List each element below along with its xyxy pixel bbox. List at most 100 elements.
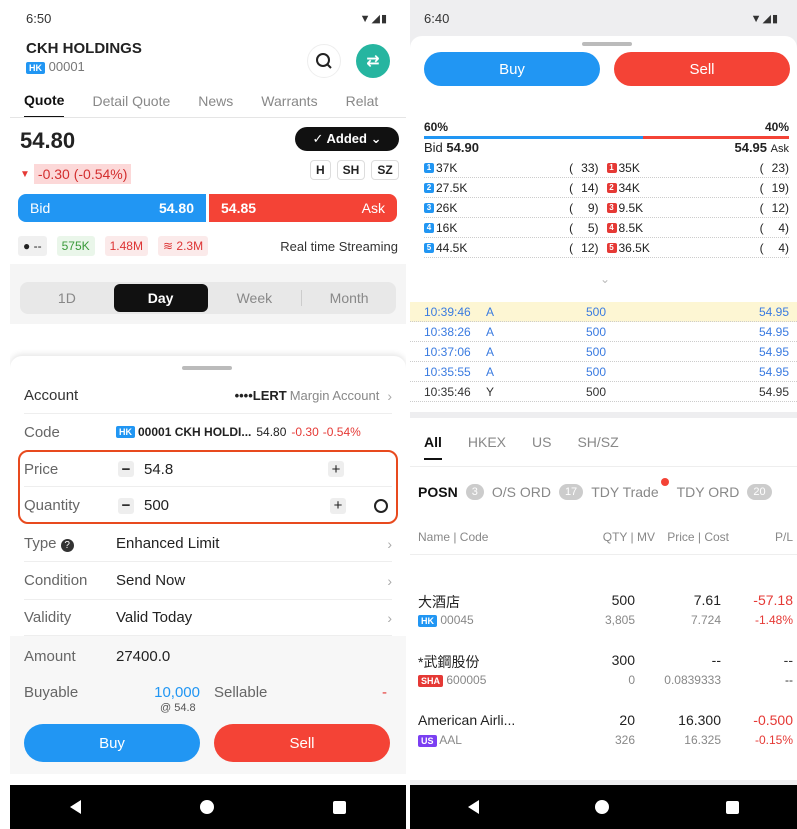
- price-row: Price − 54.8 +: [24, 452, 392, 487]
- condition-row[interactable]: Condition Send Now ›: [24, 562, 392, 600]
- tab-related[interactable]: Relat: [346, 93, 379, 109]
- tab-posn[interactable]: POSN: [418, 484, 458, 500]
- tab-os-ord[interactable]: O/S ORD: [492, 484, 551, 500]
- stock-name: CKH HOLDINGS: [26, 40, 142, 57]
- action-sheet: Buy Sell: [410, 36, 797, 112]
- status-icons: ▼◢▮: [750, 12, 779, 25]
- tab-tdy-ord[interactable]: TDY ORD: [677, 484, 740, 500]
- period-month[interactable]: Month: [302, 290, 396, 306]
- switch-button[interactable]: ⇄: [356, 44, 390, 78]
- exchange-h[interactable]: H: [310, 160, 331, 180]
- posn-count: 3: [465, 484, 484, 500]
- search-button[interactable]: [307, 44, 341, 78]
- trade-time: 10:38:26: [424, 324, 471, 339]
- help-icon[interactable]: ?: [60, 539, 74, 552]
- position-row[interactable]: *武鋼股份 SHA 600005 300 0 -- 0.0839333 -- --: [418, 652, 793, 702]
- best-ask-price: 54.95: [734, 140, 768, 155]
- type-row[interactable]: Type ? Enhanced Limit ›: [24, 526, 392, 562]
- order-book-row: 3 26K( 9) 3 9.5K( 12): [424, 198, 789, 218]
- ask-side: 4 8.5K( 4): [606, 220, 789, 235]
- condition-label: Condition: [24, 572, 88, 589]
- ask-level-badge: 1: [606, 162, 617, 173]
- period-1d[interactable]: 1D: [20, 290, 114, 306]
- code-label: Code: [24, 423, 60, 441]
- tab-us[interactable]: US: [532, 434, 551, 460]
- position-code: 600005: [446, 673, 487, 687]
- period-day[interactable]: Day: [113, 284, 208, 312]
- tab-hkex[interactable]: HKEX: [468, 434, 506, 460]
- best-bid-price: 54.90: [446, 140, 479, 155]
- position-code: AAL: [439, 733, 462, 747]
- tab-detail-quote[interactable]: Detail Quote: [92, 93, 170, 109]
- position-qty: 300: [611, 652, 635, 668]
- layers-icon: ≋: [162, 239, 174, 253]
- ask-bar[interactable]: 54.85 Ask: [209, 194, 397, 222]
- bid-side: 1 37K ( 33): [424, 161, 607, 175]
- position-price: 7.61: [693, 592, 721, 608]
- bid-bar[interactable]: Bid 54.80: [18, 194, 206, 222]
- best-bid-label: Bid: [424, 140, 443, 155]
- recents-icon[interactable]: [333, 800, 347, 814]
- sell-button[interactable]: Sell: [214, 724, 390, 762]
- sheet-handle[interactable]: [182, 366, 232, 370]
- position-row[interactable]: American Airli... US AAL 20 326 16.300 16.325…: [418, 712, 793, 762]
- search-icon: [316, 53, 332, 69]
- period-week[interactable]: Week: [208, 290, 303, 306]
- position-row[interactable]: 大酒店 HK 00045 500 3,805 7.61 7.724 -57.18 -1.48%: [418, 592, 793, 642]
- exchange-sh[interactable]: SH: [336, 160, 366, 180]
- best-ask: 54.95 Ask: [734, 140, 789, 155]
- order-sheet: Account ••••LERT Margin Account › Code H…: [10, 356, 406, 786]
- account-row[interactable]: Account ••••LERT Margin Account ›: [24, 378, 392, 414]
- home-icon[interactable]: [595, 800, 610, 814]
- tdy-trade-label: TDY Trade: [591, 484, 659, 500]
- ask-volume: 8.5K: [618, 220, 644, 235]
- ask-level-badge: 4: [606, 222, 617, 233]
- bid-ask-ratio-bar: [424, 136, 789, 139]
- price-change: ▼ -0.30 (-0.54%): [20, 164, 132, 184]
- tab-warrants[interactable]: Warrants: [261, 93, 317, 109]
- code-row[interactable]: Code HK 00001 CKH HOLDI... 54.80 -0.30 -…: [24, 414, 392, 450]
- recents-icon[interactable]: [725, 800, 739, 814]
- bid-volume: 27.5K: [436, 180, 468, 195]
- pie-chart-icon[interactable]: [374, 498, 388, 513]
- watchlist-added-button[interactable]: ✓ Added ⌄: [295, 127, 399, 151]
- tab-quote[interactable]: Quote: [24, 92, 65, 117]
- price-minus-button[interactable]: −: [118, 461, 134, 478]
- sell-button[interactable]: Sell: [614, 52, 790, 86]
- back-icon[interactable]: [468, 800, 480, 814]
- home-icon[interactable]: [199, 800, 214, 814]
- bid-pct: 60%: [424, 120, 449, 134]
- back-icon[interactable]: [69, 800, 81, 814]
- validity-label: Validity: [24, 609, 72, 626]
- header-qty: QTY | MV: [602, 530, 655, 544]
- bid-order-count: 12: [581, 240, 595, 255]
- buy-button[interactable]: Buy: [424, 52, 600, 86]
- price-plus-button[interactable]: +: [328, 461, 344, 478]
- header-pl: P/L: [774, 530, 793, 544]
- tab-tdy-trade[interactable]: TDY Trade: [591, 478, 669, 500]
- tab-all[interactable]: All: [424, 434, 442, 460]
- code-market-tag: HK: [116, 426, 135, 438]
- validity-row[interactable]: Validity Valid Today ›: [24, 600, 392, 636]
- sheet-handle[interactable]: [582, 42, 632, 46]
- quantity-input[interactable]: 500: [144, 497, 169, 514]
- tab-sh-sz[interactable]: SH/SZ: [577, 434, 618, 460]
- stat-volume: 575K: [56, 236, 95, 256]
- quantity-label: Quantity: [24, 497, 80, 514]
- account-label: Account: [24, 387, 79, 404]
- buy-button[interactable]: Buy: [24, 724, 200, 762]
- quantity-minus-button[interactable]: −: [118, 497, 134, 514]
- bid-side: 2 27.5K ( 14): [424, 181, 607, 195]
- position-market-tag: HK: [418, 614, 437, 627]
- stat-dash: --: [33, 239, 42, 253]
- tab-news[interactable]: News: [198, 93, 233, 109]
- quantity-plus-button[interactable]: +: [330, 497, 346, 514]
- quantity-row: Quantity − 500 +: [24, 488, 392, 523]
- status-time: 6:50: [26, 10, 52, 26]
- trade-time: 10:35:46: [424, 384, 471, 399]
- exchange-sz[interactable]: SZ: [371, 160, 399, 180]
- period-selector: 1D Day Week Month: [20, 282, 396, 314]
- positions-header: Name | Code QTY | MV Price | Cost P/L: [418, 530, 793, 544]
- expand-chevron-icon[interactable]: ⌄: [600, 272, 610, 286]
- price-input[interactable]: 54.8: [144, 461, 173, 478]
